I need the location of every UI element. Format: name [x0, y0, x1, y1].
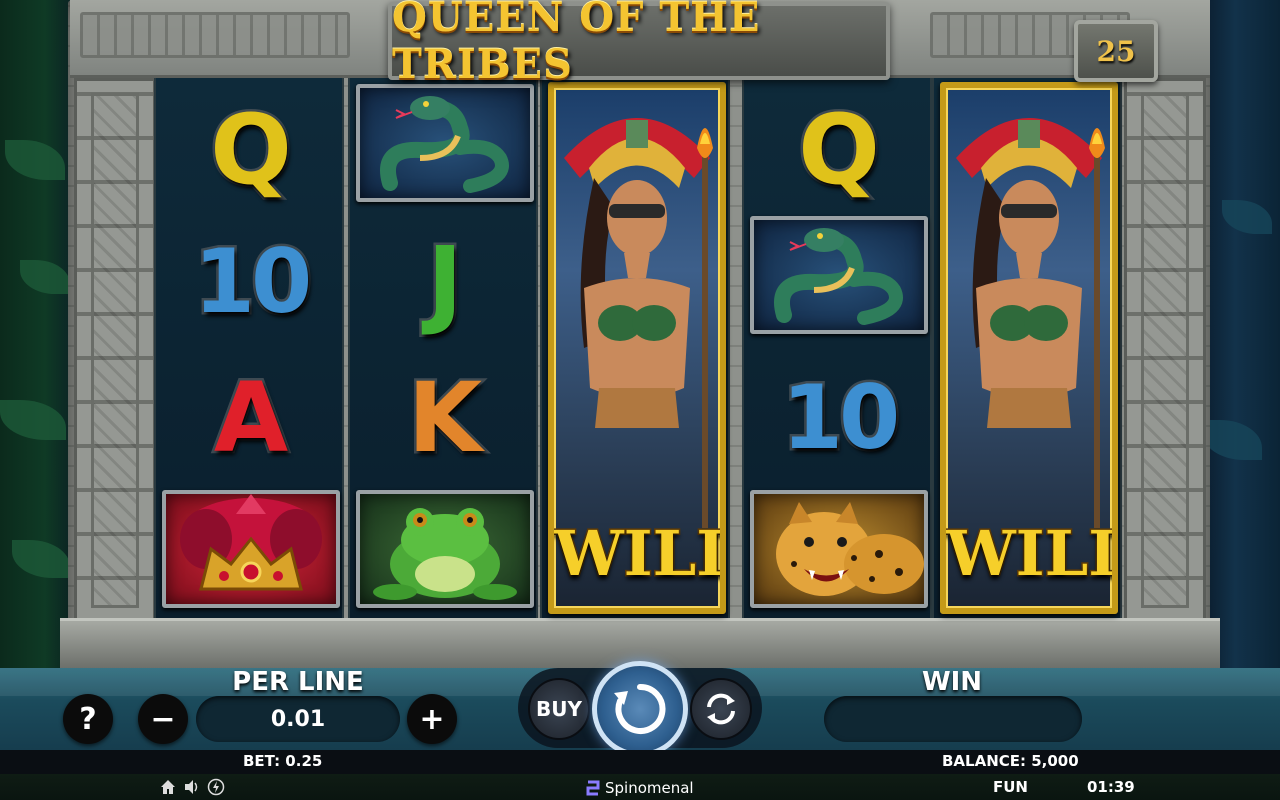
balance: BALANCE: 5,000 — [942, 752, 1079, 770]
win-label: WIN — [921, 667, 983, 697]
reel-2: J K — [348, 78, 538, 618]
snake-symbol — [750, 216, 928, 334]
brand-name: Spinomenal — [605, 779, 694, 797]
spin-button[interactable] — [592, 661, 688, 757]
game-title-plaque: QUEEN OF THE TRIBES — [388, 0, 890, 88]
stone-pillar-left — [74, 78, 156, 623]
lines-count: 25 — [1096, 34, 1136, 68]
symbol-letter: J — [425, 225, 466, 338]
wild-label: WILD — [946, 516, 1112, 592]
per-line-label: PER LINE — [232, 667, 364, 697]
autoplay-button[interactable] — [690, 678, 752, 740]
buy-label: BUY — [536, 697, 582, 721]
plus-icon: + — [419, 701, 445, 737]
symbol-j: J — [350, 214, 540, 349]
per-line-value: 0.01 — [270, 706, 326, 732]
win-display — [824, 696, 1082, 742]
sound-icon[interactable] — [183, 778, 201, 796]
symbol-letter: 10 — [779, 365, 903, 469]
symbol-q: Q — [744, 82, 934, 217]
snake-icon — [774, 228, 903, 325]
clock: 01:39 — [1087, 778, 1135, 796]
game-stage: Q 10 A J K WIL Q 10 WIL QUEEN OF THE TRI… — [0, 0, 1280, 800]
game-title: QUEEN OF THE TRIBES — [392, 0, 761, 88]
symbol-letter: 10 — [191, 229, 315, 333]
reel-5: WILD — [932, 78, 1122, 618]
lines-badge: 25 — [1074, 20, 1158, 82]
minus-icon: − — [150, 701, 176, 737]
crown-symbol — [162, 490, 340, 608]
buy-button[interactable]: BUY — [528, 678, 590, 740]
decrease-bet-button[interactable]: − — [138, 694, 188, 744]
turbo-icon[interactable] — [207, 778, 225, 796]
symbol-10: 10 — [156, 214, 346, 349]
wild-queen-symbol: WILD — [548, 82, 726, 614]
help-button[interactable]: ? — [63, 694, 113, 744]
reel-4: Q 10 — [742, 78, 932, 618]
help-label: ? — [79, 701, 97, 737]
snake-symbol — [356, 84, 534, 202]
jaguar-symbol — [750, 490, 928, 608]
snake-icon — [380, 96, 509, 193]
spinomenal-logo-icon — [586, 780, 600, 796]
frog-icon — [373, 508, 517, 600]
reel-1: Q 10 A — [154, 78, 344, 618]
symbol-q: Q — [156, 82, 346, 217]
spin-icon — [614, 683, 666, 734]
wild-queen-symbol: WILD — [940, 82, 1118, 614]
frog-symbol — [356, 490, 534, 608]
jaguar-icon — [776, 502, 924, 596]
symbol-k: K — [350, 350, 540, 485]
home-icon[interactable] — [159, 778, 177, 796]
symbol-letter: K — [405, 361, 484, 474]
stone-pillar-right — [1124, 78, 1206, 623]
autoplay-icon — [707, 693, 735, 725]
bet-total: BET: 0.25 — [243, 752, 323, 770]
feather-crown-icon — [180, 494, 322, 591]
symbol-10: 10 — [744, 350, 934, 485]
wild-label: WILD — [554, 516, 720, 592]
mode-indicator: FUN — [993, 778, 1028, 796]
symbol-letter: Q — [208, 93, 295, 206]
symbol-letter: Q — [796, 93, 883, 206]
symbol-a: A — [156, 350, 346, 485]
brand-footer: Spinomenal — [586, 779, 694, 797]
per-line-value-display: 0.01 — [196, 696, 400, 742]
reel-3: WILD — [540, 78, 730, 618]
symbol-letter: A — [211, 361, 290, 474]
increase-bet-button[interactable]: + — [407, 694, 457, 744]
